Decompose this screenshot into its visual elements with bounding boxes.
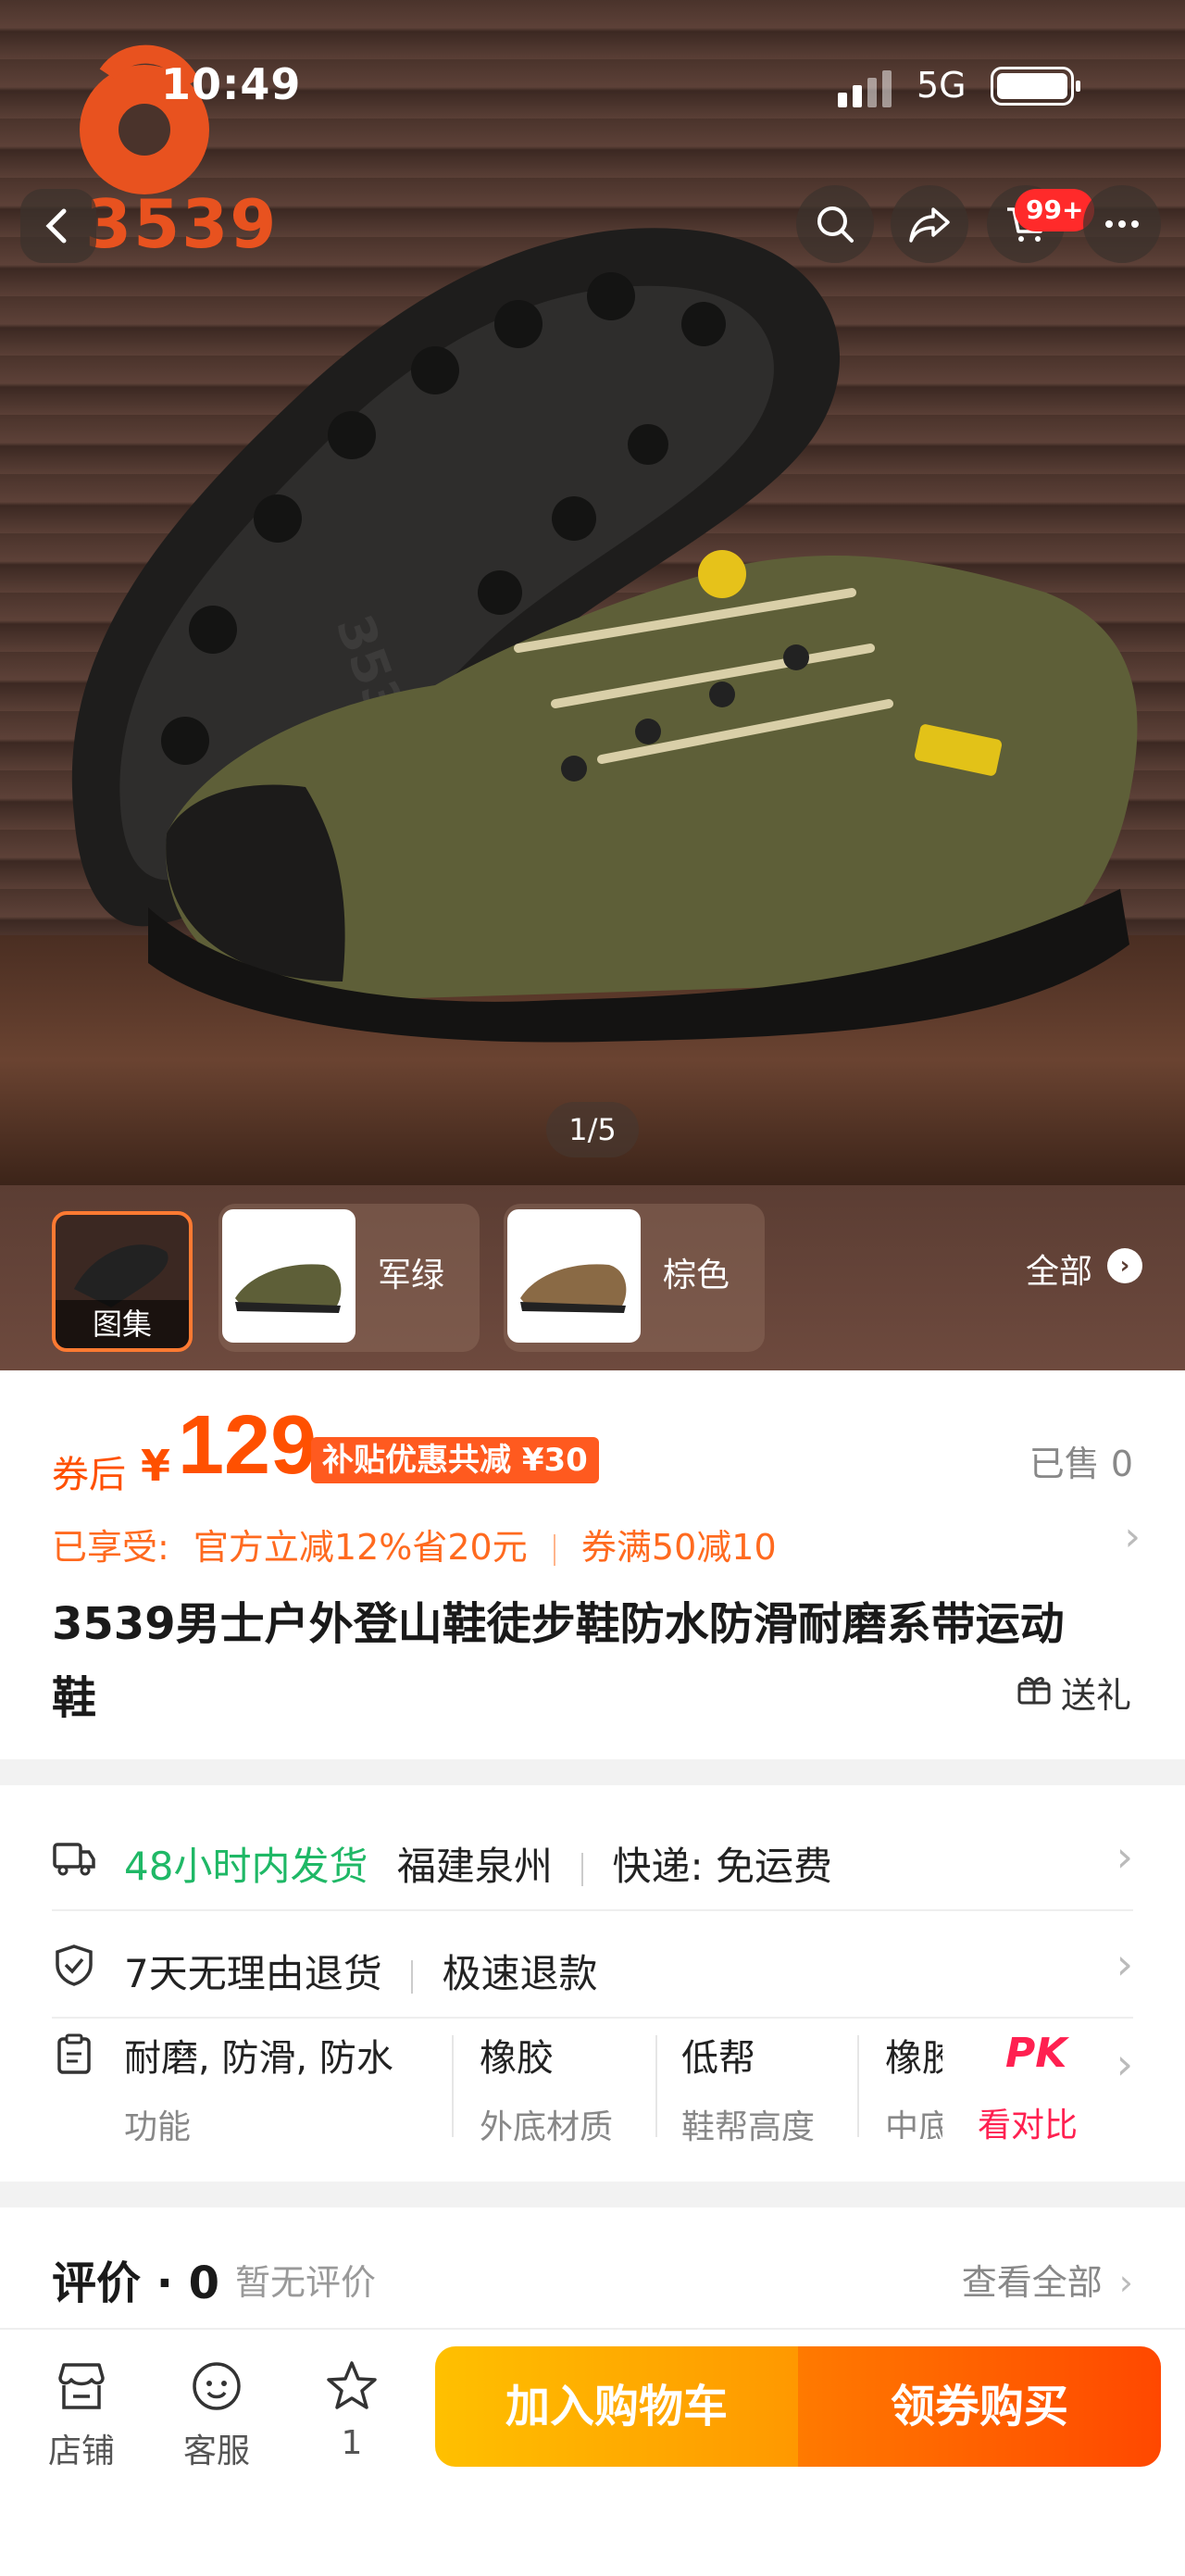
chevron-right-icon: › <box>1118 2262 1133 2303</box>
more-icon <box>1105 220 1139 228</box>
price-value: 129 <box>178 1399 318 1492</box>
shipping-row[interactable]: 48小时内发货 福建泉州 快递: 免运费 › <box>52 1804 1133 1911</box>
share-icon <box>909 207 950 243</box>
price-card: 券后 ¥ 129 补贴优惠共减 ¥30 已售 0 已享受: 官方立减12%省20… <box>0 1370 1185 1759</box>
discount-official: 官方立减12%省20元 <box>193 1527 528 1568</box>
view-all-reviews-label: 查看全部 <box>961 2262 1103 2303</box>
attribute-key: 鞋帮高度 <box>681 2108 816 2146</box>
image-counter: 1/5 <box>546 1102 639 1157</box>
variant-strip: 图集 军绿 棕色 全部 › <box>0 1185 1185 1370</box>
discount-coupon: 券满50减10 <box>580 1527 777 1568</box>
variant-label: 军绿 <box>378 1257 445 1294</box>
status-time: 10:49 <box>161 59 302 109</box>
attribute-value: 橡胶 <box>480 2037 554 2080</box>
gift-icon <box>1017 1677 1051 1705</box>
divider <box>581 1852 584 1886</box>
attributes-row[interactable]: 耐磨, 防滑, 防水 功能 橡胶 外底材质 低帮 鞋帮高度 橡胶 中底 PK 看… <box>52 1991 1133 2167</box>
gallery-label: 图集 <box>56 1300 189 1348</box>
reviews-empty: 暂无评价 <box>235 2262 377 2303</box>
ship-origin: 福建泉州 <box>396 1844 553 1889</box>
chevron-right-icon: › <box>1116 2039 1133 2089</box>
view-all-variants[interactable]: 全部 <box>1026 1244 1092 1293</box>
refund-policy: 极速退款 <box>442 1951 598 1996</box>
back-arrow-icon <box>45 208 67 244</box>
price-prefix: 券后 <box>52 1454 126 1496</box>
divider <box>553 1533 555 1566</box>
brand-logo-text: 3539 <box>85 185 279 263</box>
chevron-right-icon: › <box>1116 1939 1133 1989</box>
gift-button[interactable]: 送礼 <box>1061 1667 1131 1718</box>
pk-badge[interactable]: PK <box>1005 2030 1066 2077</box>
add-to-cart-button[interactable]: 加入购物车 <box>435 2346 798 2467</box>
courier-info: 快递: 免运费 <box>612 1844 833 1889</box>
shop-icon <box>58 2363 105 2409</box>
attribute-outsole: 橡胶 外底材质 <box>480 2028 613 2146</box>
subsidy-badge: 补贴优惠共减 ¥30 <box>311 1437 599 1483</box>
variant-army-green-image <box>222 1209 356 1343</box>
chevron-right-icon: › <box>1116 1832 1133 1882</box>
customer-service-tab[interactable]: 客服 <box>161 2357 272 2472</box>
delivery-truck-icon <box>53 1843 95 1876</box>
share-button[interactable] <box>891 185 968 263</box>
favorite-count: 1 <box>341 2424 363 2462</box>
shop-label: 店铺 <box>47 2432 115 2470</box>
sold-count: 已售 0 <box>1029 1444 1133 1484</box>
favorite-tab[interactable]: 1 <box>296 2357 407 2462</box>
divider <box>452 2035 454 2137</box>
buy-with-coupon-button[interactable]: 领券购买 <box>798 2346 1161 2467</box>
discount-enjoyed-label: 已享受: <box>52 1527 169 1568</box>
attribute-value: 橡胶 <box>885 2037 942 2080</box>
attribute-key: 外底材质 <box>480 2108 614 2146</box>
variant-army-green[interactable]: 军绿 <box>218 1204 480 1352</box>
variant-label: 棕色 <box>663 1257 730 1294</box>
variant-brown-image <box>507 1209 641 1343</box>
chevron-right-icon[interactable]: › <box>1124 1513 1141 1560</box>
back-button[interactable] <box>20 189 96 263</box>
attribute-upper-height: 低帮 鞋帮高度 <box>681 2028 815 2146</box>
dispatch-time: 48小时内发货 <box>124 1844 368 1889</box>
attribute-key: 功能 <box>124 2108 192 2146</box>
attribute-value: 耐磨, 防滑, 防水 <box>124 2037 393 2080</box>
variant-brown[interactable]: 棕色 <box>504 1204 765 1352</box>
attribute-key: 中底 <box>885 2108 942 2139</box>
signal-icon <box>838 70 903 107</box>
shop-tab[interactable]: 店铺 <box>26 2357 137 2472</box>
star-icon <box>327 2361 377 2409</box>
attribute-value: 低帮 <box>681 2037 755 2080</box>
product-title: 3539男士户外登山鞋徒步鞋防水防滑耐磨系带运动鞋 <box>52 1598 1065 1724</box>
compare-button[interactable]: 看对比 <box>978 2098 1078 2146</box>
clipboard-icon <box>57 2033 91 2074</box>
battery-icon <box>991 67 1080 106</box>
view-all-reviews[interactable]: 查看全部 › <box>962 2254 1133 2305</box>
divider <box>655 2035 657 2137</box>
return-policy: 7天无理由退货 <box>124 1951 382 1996</box>
product-image[interactable]: 3539 3539 10:49 5G 99+ 1/5 <box>0 0 1185 1185</box>
discount-summary[interactable]: 已享受: 官方立减12%省20元 券满50减10 <box>52 1519 777 1569</box>
reviews-section: 评价 · 0 暂无评价 查看全部 › <box>0 2207 1185 2328</box>
divider <box>411 1959 414 1994</box>
customer-service-icon <box>193 2362 241 2410</box>
section-divider <box>0 1759 1185 1785</box>
reviews-title: 评价 · 0 <box>52 2257 220 2309</box>
attribute-function: 耐磨, 防滑, 防水 功能 <box>124 2028 393 2146</box>
shipping-info: 48小时内发货 福建泉州 快递: 免运费 <box>124 1835 832 1892</box>
divider <box>857 2035 859 2137</box>
network-label: 5G <box>917 65 967 106</box>
chevron-right-icon[interactable]: › <box>1107 1248 1142 1283</box>
gallery-thumbnail[interactable]: 图集 <box>52 1211 193 1352</box>
price-currency: ¥ <box>141 1441 171 1491</box>
section-divider <box>0 2182 1185 2207</box>
shield-check-icon <box>56 1945 93 1986</box>
search-icon <box>817 206 854 243</box>
search-button[interactable] <box>796 185 874 263</box>
bottom-action-bar: 店铺 客服 1 加入购物车 领券购买 <box>0 2328 1185 2576</box>
customer-service-label: 客服 <box>182 2432 250 2470</box>
more-button[interactable] <box>1083 185 1161 263</box>
attribute-midsole: 橡胶 中底 <box>885 2028 942 2139</box>
